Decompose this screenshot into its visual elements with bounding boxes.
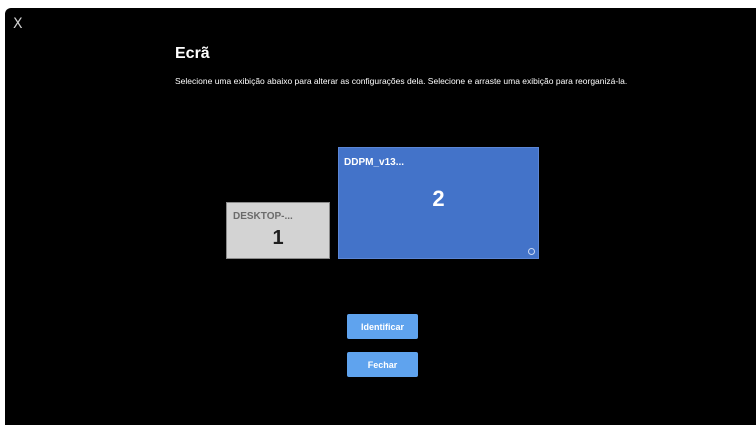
display-1-number: 1 <box>272 227 284 249</box>
display-2-tile[interactable]: DDPM_v13... 2 <box>338 147 539 259</box>
close-icon[interactable]: X <box>13 15 27 33</box>
close-button[interactable]: Fechar <box>347 352 418 377</box>
page-title: Ecrã <box>175 45 210 62</box>
display-2-number: 2 <box>432 186 445 211</box>
display-settings-window: X Ecrã Selecione uma exibição abaixo par… <box>5 8 756 425</box>
page-description: Selecione uma exibição abaixo para alter… <box>175 76 628 86</box>
gear-icon[interactable] <box>528 248 535 255</box>
display-1-tile[interactable]: DESKTOP-... 1 <box>226 202 330 259</box>
display-2-name: DDPM_v13... <box>344 157 405 168</box>
identify-button[interactable]: Identificar <box>347 314 418 339</box>
display-1-name: DESKTOP-... <box>233 211 293 222</box>
